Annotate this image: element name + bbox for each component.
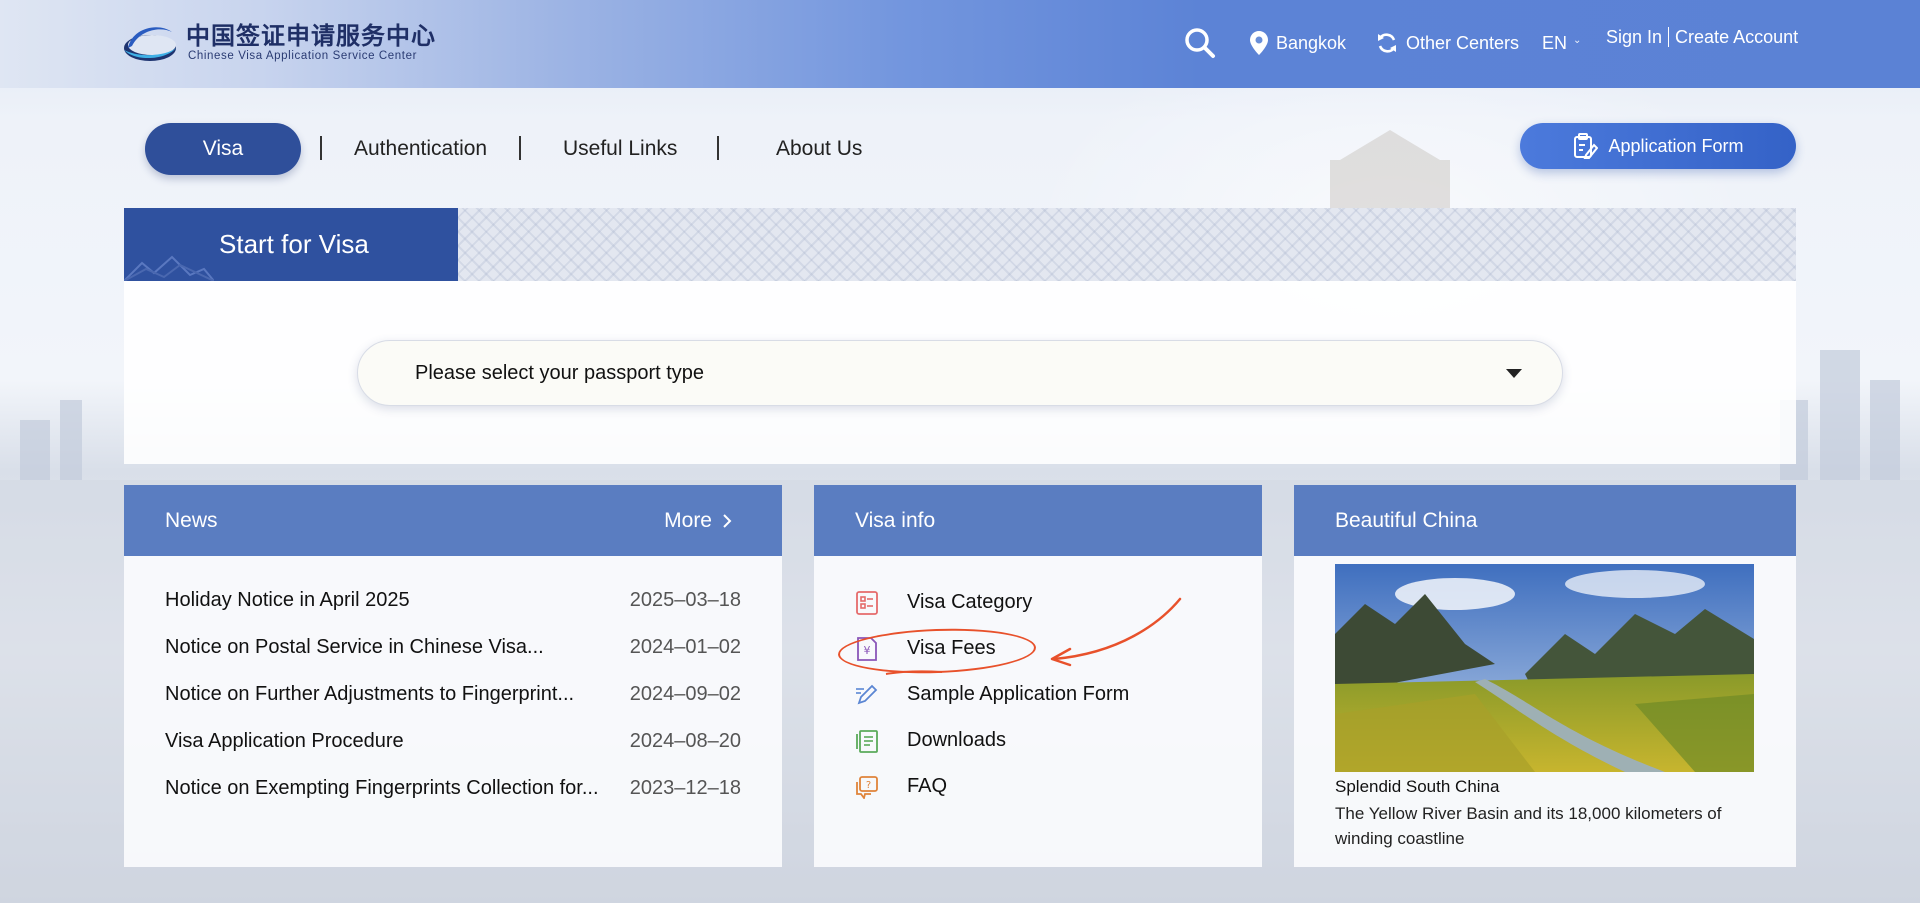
- start-for-visa-panel: Start for Visa Please select your passpo…: [124, 208, 1796, 464]
- mountain-decoration: [124, 255, 214, 281]
- search-icon: [1185, 28, 1215, 58]
- beautiful-china-header: Beautiful China: [1294, 485, 1796, 556]
- top-header: 中国签证申请服务中心 Chinese Visa Application Serv…: [0, 0, 1920, 88]
- location-pin-icon: [1250, 31, 1268, 55]
- location-label: Bangkok: [1276, 32, 1347, 53]
- list-icon: [856, 591, 878, 615]
- more-link[interactable]: More: [664, 485, 732, 556]
- news-item[interactable]: Notice on Further Adjustments to Fingerp…: [165, 683, 741, 730]
- pen-icon: [856, 684, 878, 705]
- other-centers-link[interactable]: Other Centers: [1376, 0, 1519, 86]
- question-bubble-icon: ?: [856, 776, 878, 799]
- start-for-visa-tab: Start for Visa: [124, 208, 458, 281]
- news-card: News More Holiday Notice in April 2025 2…: [124, 485, 782, 867]
- chevron-right-icon: [723, 513, 732, 528]
- nav-item-about-us[interactable]: About Us: [776, 122, 862, 176]
- visa-info-card: Visa info Visa Category ¥ Visa Fees Samp…: [814, 485, 1262, 867]
- caret-down-icon: [1506, 369, 1522, 378]
- chevron-down-icon: ⌄: [1573, 34, 1582, 46]
- visa-info-label: FAQ: [907, 775, 948, 797]
- news-item-date: 2023–12–18: [629, 777, 741, 799]
- application-form-label: Application Form: [1608, 135, 1744, 156]
- nav-divider: [320, 136, 322, 160]
- news-item[interactable]: Notice on Postal Service in Chinese Visa…: [165, 636, 741, 683]
- sign-in-link[interactable]: Sign In: [1606, 27, 1662, 48]
- news-item-title: Notice on Exempting Fingerprints Collect…: [165, 777, 599, 799]
- news-item-date: 2024–01–02: [629, 636, 741, 658]
- logo-swoosh-icon: [124, 27, 176, 61]
- landscape-image: [1335, 564, 1754, 772]
- caption-title: Splendid South China: [1335, 777, 1500, 796]
- more-label: More: [664, 508, 712, 532]
- news-header: News More: [124, 485, 782, 556]
- refresh-icon: [1378, 33, 1396, 53]
- news-list: Holiday Notice in April 2025 2025–03–18 …: [165, 589, 741, 824]
- site-logo[interactable]: 中国签证申请服务中心 Chinese Visa Application Serv…: [122, 14, 435, 70]
- nav-divider: [717, 136, 719, 160]
- photo-caption: Splendid South China The Yellow River Ba…: [1335, 777, 1765, 851]
- landscape-photo[interactable]: [1335, 564, 1754, 772]
- visa-info-title: Visa info: [855, 508, 936, 532]
- nav-item-visa[interactable]: Visa: [145, 123, 301, 175]
- language-selector[interactable]: EN ⌄: [1542, 0, 1581, 86]
- news-item-date: 2024–09–02: [629, 683, 741, 705]
- news-item[interactable]: Visa Application Procedure 2024–08–20: [165, 730, 741, 777]
- visa-info-item-faq[interactable]: ? FAQ: [855, 775, 1129, 821]
- form-edit-icon: [1574, 133, 1599, 159]
- start-for-visa-title: Start for Visa: [219, 229, 369, 259]
- visa-info-label: Visa Category: [907, 591, 1033, 613]
- logo-english-text: Chinese Visa Application Service Center: [188, 50, 418, 62]
- news-item-title: Notice on Postal Service in Chinese Visa…: [165, 636, 544, 658]
- news-item-date: 2024–08–20: [629, 730, 741, 752]
- passport-type-select[interactable]: Please select your passport type: [357, 340, 1563, 406]
- visa-info-label: Sample Application Form: [907, 683, 1130, 705]
- beautiful-china-title: Beautiful China: [1335, 508, 1478, 532]
- caption-description: The Yellow River Basin and its 18,000 ki…: [1335, 804, 1722, 848]
- news-item-title: Notice on Further Adjustments to Fingerp…: [165, 683, 575, 705]
- create-account-link[interactable]: Create Account: [1675, 27, 1798, 48]
- visa-info-item-sample-form[interactable]: Sample Application Form: [855, 683, 1129, 729]
- svg-text:?: ?: [866, 780, 871, 791]
- nav-divider: [519, 136, 521, 160]
- nav-item-authentication[interactable]: Authentication: [354, 122, 487, 176]
- location-selector[interactable]: Bangkok: [1250, 0, 1346, 86]
- other-centers-label: Other Centers: [1406, 32, 1520, 53]
- nav-item-useful-links[interactable]: Useful Links: [563, 122, 677, 176]
- visa-info-label: Downloads: [907, 729, 1006, 751]
- annotation-underline: [885, 670, 943, 675]
- news-item-title: Holiday Notice in April 2025: [165, 589, 410, 611]
- document-icon: [856, 730, 878, 753]
- news-item[interactable]: Notice on Exempting Fingerprints Collect…: [165, 777, 741, 824]
- news-item-date: 2025–03–18: [629, 589, 741, 611]
- language-label: EN: [1542, 32, 1568, 53]
- passport-type-placeholder: Please select your passport type: [415, 361, 705, 384]
- news-title: News: [165, 508, 218, 532]
- search-button[interactable]: [1184, 0, 1216, 86]
- account-links: Sign In Create Account: [1606, 0, 1798, 80]
- news-item-title: Visa Application Procedure: [165, 730, 404, 752]
- application-form-button[interactable]: Application Form: [1520, 123, 1796, 169]
- annotation-arrow-icon: [1050, 597, 1182, 667]
- visa-info-header: Visa info: [814, 485, 1262, 556]
- visa-info-item-downloads[interactable]: Downloads: [855, 729, 1129, 775]
- beautiful-china-card: Beautiful China Splendid South China The…: [1294, 485, 1796, 867]
- divider: [1668, 27, 1670, 47]
- logo-chinese-text: 中国签证申请服务中心: [186, 21, 436, 50]
- news-item[interactable]: Holiday Notice in April 2025 2025–03–18: [165, 589, 741, 636]
